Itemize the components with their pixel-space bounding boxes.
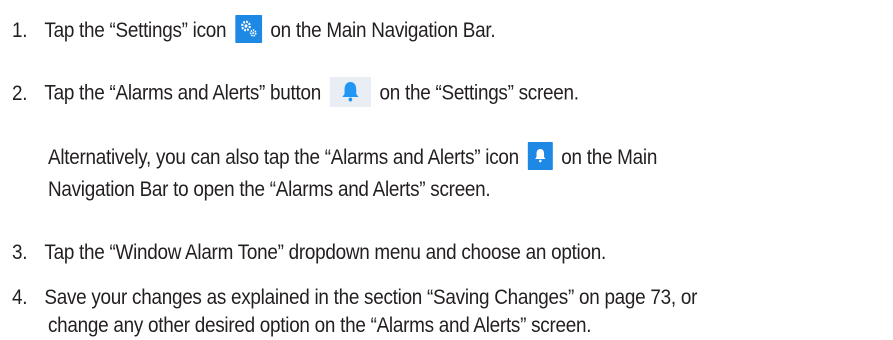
step-number: 2. xyxy=(12,81,28,105)
note-text: Navigation Bar to open the “Alarms and A… xyxy=(48,178,491,201)
instruction-document: 1. Tap the “Settings” icon on the Main Na… xyxy=(0,0,893,340)
note-text: Alternatively, you can also tap the “Ala… xyxy=(48,146,519,169)
step-text: change any other desired option on the “… xyxy=(48,314,592,337)
settings-gears-icon xyxy=(234,15,262,44)
step-2: 2. Tap the “Alarms and Alerts” button on … xyxy=(12,77,579,109)
step-text: Tap the “Alarms and Alerts” button xyxy=(44,81,321,105)
step-text: Tap the “Window Alarm Tone” dropdown men… xyxy=(44,241,606,264)
step-4-continued: change any other desired option on the “… xyxy=(48,312,591,340)
step-1: 1. Tap the “Settings” icon on the Main Na… xyxy=(12,15,496,45)
alternative-note-line-1: Alternatively, you can also tap the “Ala… xyxy=(48,142,658,172)
note-text: on the Main xyxy=(561,146,658,169)
step-number: 1. xyxy=(12,19,28,42)
step-4: 4. Save your changes as explained in the … xyxy=(12,284,697,312)
alarms-alerts-button-bell-icon xyxy=(329,77,371,107)
alternative-note-line-2: Navigation Bar to open the “Alarms and A… xyxy=(48,176,491,204)
step-number: 3. xyxy=(12,241,28,264)
step-3: 3. Tap the “Window Alarm Tone” dropdown m… xyxy=(12,239,606,267)
step-text: on the Main Navigation Bar. xyxy=(270,19,496,42)
bell-icon xyxy=(527,142,553,171)
step-text: on the “Settings” screen. xyxy=(379,81,579,105)
step-text: Save your changes as explained in the se… xyxy=(44,286,698,309)
step-text: Tap the “Settings” icon xyxy=(44,19,227,42)
step-number: 4. xyxy=(12,286,28,309)
